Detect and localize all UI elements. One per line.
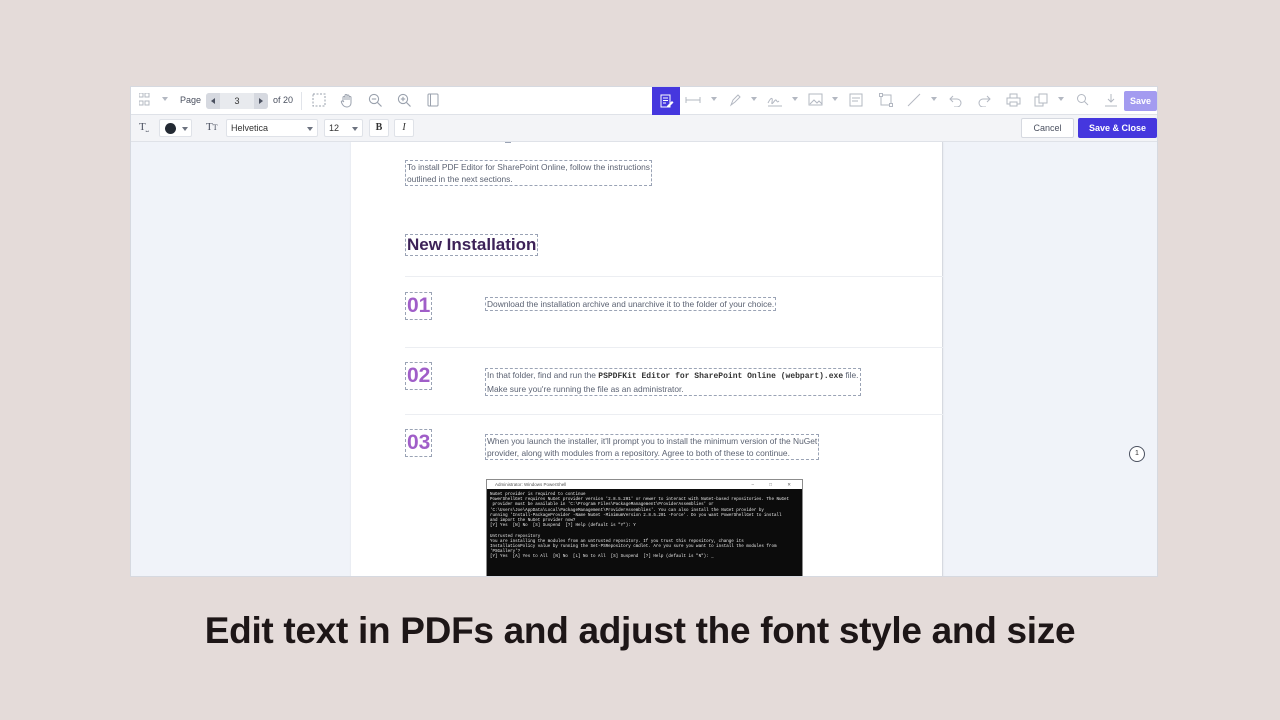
window-controls: – □ ✕ — [751, 482, 798, 487]
intro-text-block[interactable]: To install PDF Editor for SharePoint Onl… — [405, 160, 652, 186]
comment-count-badge[interactable]: 1 — [1129, 446, 1145, 462]
step-2-line-1: In that folder, find and run the PSPDFKi… — [487, 369, 859, 383]
terminal-line: [Y] Yes [A] Yes to All [N] No [L] No to … — [490, 555, 714, 560]
signature-icon[interactable] — [767, 93, 783, 109]
line-icon[interactable] — [907, 93, 921, 109]
font-size-select[interactable]: 12 — [324, 119, 363, 137]
print-icon[interactable] — [1006, 93, 1021, 109]
step-number-2[interactable]: 02 — [405, 362, 433, 390]
terminal-line: InstallationPolicy value by running the … — [490, 545, 777, 550]
page-navigator — [206, 93, 268, 109]
step-number-3[interactable]: 03 — [405, 429, 433, 457]
step-2-text-block[interactable]: In that folder, find and run the PSPDFKi… — [485, 368, 861, 396]
step-2-filename: PSPDFKit Editor for SharePoint Online (w… — [598, 372, 844, 381]
text-edit-toolbar: T⎵ TT Helvetica 12 B I Cancel Save & Clo… — [131, 115, 1157, 142]
download-icon[interactable] — [1104, 93, 1118, 109]
pdf-page: To install PDF Editor for SharePoint Onl… — [351, 142, 943, 576]
next-page-button[interactable] — [254, 93, 268, 109]
step-2-line-2: Make sure you're running the file as an … — [487, 384, 684, 394]
previous-page-button[interactable] — [206, 93, 220, 109]
search-icon[interactable] — [1076, 93, 1089, 109]
caret-right-icon — [259, 98, 263, 104]
step-1-text[interactable]: Download the installation archive and un… — [485, 297, 777, 311]
italic-button[interactable]: I — [394, 119, 414, 137]
font-size-icon: TT — [206, 121, 218, 133]
step-3-line-1: When you launch the installer, it'll pro… — [487, 436, 818, 446]
step-2-text-post: file. — [843, 370, 859, 380]
bold-button[interactable]: B — [369, 119, 389, 137]
intro-line-1: To install PDF Editor for SharePoint Onl… — [407, 162, 650, 172]
edit-text-tool-button[interactable] — [652, 87, 680, 115]
section-heading[interactable]: New Installation — [405, 234, 539, 256]
divider — [405, 347, 943, 348]
chevron-down-icon[interactable] — [792, 97, 798, 101]
powershell-screenshot: Administrator: Windows PowerShell – □ ✕ … — [486, 479, 803, 576]
chevron-down-icon — [182, 127, 188, 131]
step-2-text-pre: In that folder, find and run the — [487, 370, 599, 380]
chevron-down-icon — [352, 127, 358, 131]
caption: Edit text in PDFs and adjust the font st… — [204, 610, 1076, 651]
image-icon[interactable] — [808, 93, 823, 109]
font-size-value: 12 — [329, 123, 340, 133]
powershell-output: NuGet provider is required to continue Po… — [487, 489, 802, 565]
step-3-text-block[interactable]: When you launch the installer, it'll pro… — [485, 434, 820, 460]
step-number-1[interactable]: 01 — [405, 292, 433, 320]
page-total: of 20 — [273, 95, 294, 105]
text-format-icon[interactable]: T⎵ — [139, 121, 149, 133]
toolbar-divider — [301, 92, 302, 110]
zoom-out-icon[interactable] — [368, 93, 383, 109]
chevron-down-icon — [307, 127, 313, 131]
document-viewport[interactable]: To install PDF Editor for SharePoint Onl… — [131, 142, 1157, 576]
chevron-down-icon[interactable] — [931, 97, 937, 101]
undo-icon[interactable] — [949, 93, 963, 109]
font-family-select[interactable]: Helvetica — [226, 119, 318, 137]
measure-icon[interactable] — [684, 93, 702, 109]
text-block-cropped[interactable] — [505, 142, 511, 143]
pdf-editor-window: Page of 20 — [130, 86, 1158, 577]
text-color-picker[interactable] — [159, 119, 192, 137]
chevron-down-icon[interactable] — [832, 97, 838, 101]
page-number-input[interactable] — [220, 93, 254, 109]
chevron-down-icon[interactable] — [751, 97, 757, 101]
intro-line-2: outlined in the next sections. — [407, 174, 513, 184]
highlighter-icon[interactable] — [728, 93, 742, 109]
chevron-down-icon[interactable] — [1058, 97, 1064, 101]
main-toolbar: Page of 20 — [131, 87, 1157, 115]
chevron-down-icon[interactable] — [711, 97, 717, 101]
crop-icon[interactable] — [879, 93, 893, 109]
divider — [405, 414, 943, 415]
page-label: Page — [180, 95, 202, 105]
pan-hand-icon[interactable] — [340, 93, 354, 109]
divider — [405, 276, 943, 277]
page-layout-icon[interactable] — [427, 93, 439, 109]
color-swatch — [165, 123, 176, 134]
thumbnails-grid-icon[interactable] — [139, 93, 150, 109]
powershell-titlebar: Administrator: Windows PowerShell – □ ✕ — [487, 480, 802, 489]
caret-left-icon — [211, 98, 215, 104]
cancel-button[interactable]: Cancel — [1021, 118, 1074, 138]
font-family-value: Helvetica — [231, 123, 269, 133]
redo-icon[interactable] — [977, 93, 991, 109]
document-editor-icon[interactable] — [1034, 93, 1048, 109]
note-icon[interactable] — [849, 93, 863, 109]
save-button[interactable]: Save — [1124, 91, 1157, 111]
save-and-close-button[interactable]: Save & Close — [1078, 118, 1157, 138]
step-3-line-2: provider, along with modules from a repo… — [487, 448, 790, 458]
marquee-select-icon[interactable] — [312, 93, 326, 109]
chevron-down-icon[interactable] — [162, 97, 168, 101]
zoom-in-icon[interactable] — [397, 93, 412, 109]
powershell-title: Administrator: Windows PowerShell — [495, 482, 567, 487]
